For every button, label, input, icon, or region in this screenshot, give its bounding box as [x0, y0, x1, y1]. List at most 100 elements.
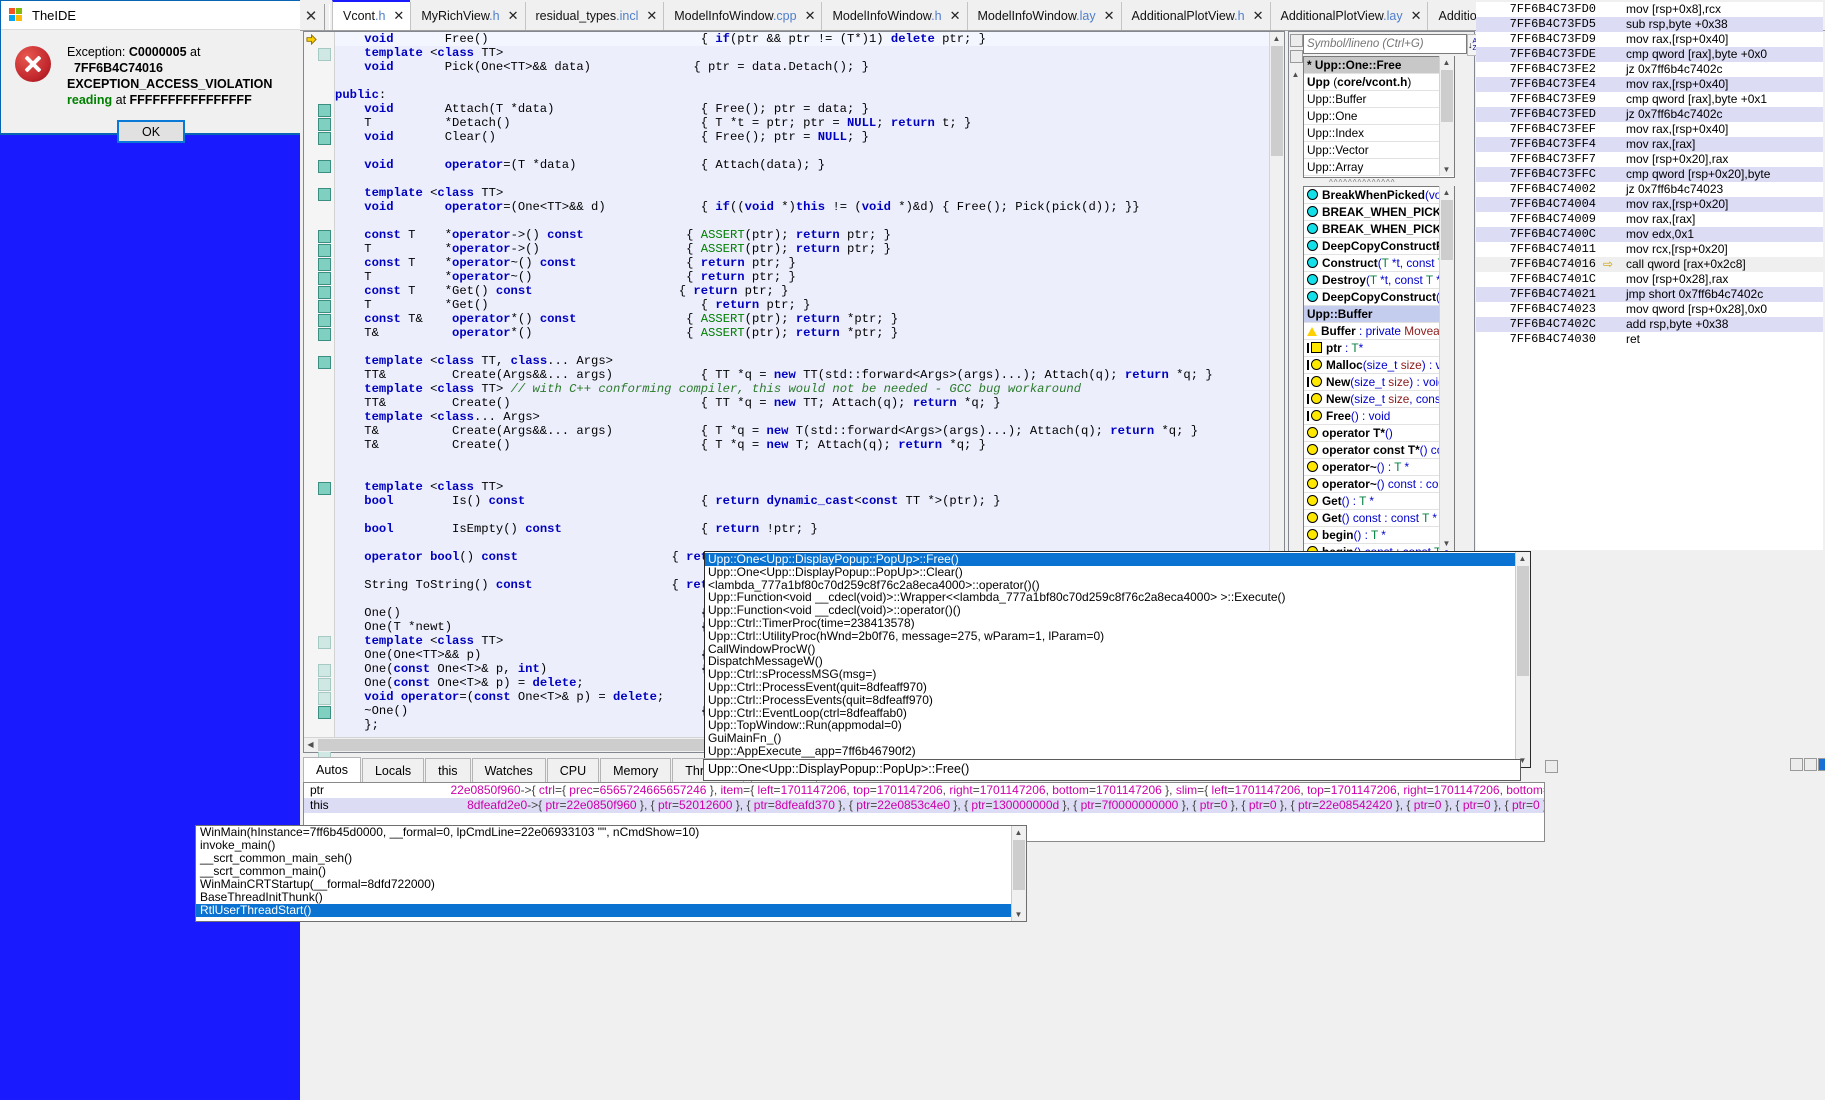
disassembly-row[interactable]: 7FF6B4C74011 mov rcx,[rsp+0x20] — [1476, 242, 1823, 257]
member-item[interactable]: Destroy(T *t, const T *er — [1304, 272, 1454, 289]
disassembly-row[interactable]: 7FF6B4C73FE4 mov rax,[rsp+0x40] — [1476, 77, 1823, 92]
member-item[interactable]: Malloc(size_t size) : void — [1304, 357, 1454, 374]
member-item[interactable]: operator~() : T * — [1304, 459, 1454, 476]
code-fold-marker[interactable] — [318, 636, 331, 649]
close-panel-icon[interactable] — [1818, 758, 1825, 771]
member-item[interactable]: operator~() const : cons — [1304, 476, 1454, 493]
debugger-tab[interactable]: Watches — [471, 758, 546, 783]
namespace-list-scrollbar[interactable]: ▲ ▼ — [1439, 56, 1454, 176]
code-fold-marker[interactable] — [318, 706, 331, 719]
pin-icon[interactable] — [1545, 760, 1558, 773]
member-item[interactable]: Get() : T * — [1304, 493, 1454, 510]
namespace-item[interactable]: Upp::One — [1304, 108, 1454, 125]
close-icon[interactable]: ✕ — [508, 8, 519, 24]
callstack-item[interactable]: CallWindowProcW() — [705, 642, 1530, 656]
disassembly-row[interactable]: 7FF6B4C73FED jz 0x7ff6b4c7402c — [1476, 107, 1823, 122]
code-fold-marker[interactable] — [318, 230, 331, 243]
close-icon[interactable]: ✕ — [300, 2, 322, 30]
disassembly-view[interactable]: 7FF6B4C73FD0 mov [rsp+0x8],rcx 7FF6B4C73FD… — [1476, 2, 1823, 550]
disassembly-row[interactable]: 7FF6B4C73FEF mov rax,[rsp+0x40] — [1476, 122, 1823, 137]
assist-grip[interactable]: ▲ — [1289, 34, 1303, 94]
member-item[interactable]: ptr : T* — [1304, 340, 1454, 357]
scroll-left-icon[interactable]: ◀ — [304, 738, 317, 751]
mem-scroll-thumb[interactable] — [1441, 200, 1453, 260]
disassembly-row[interactable]: 7FF6B4C73FD0 mov [rsp+0x8],rcx — [1476, 2, 1823, 17]
code-fold-marker[interactable] — [318, 104, 331, 117]
code-fold-marker[interactable] — [318, 300, 331, 313]
code-fold-marker[interactable] — [318, 258, 331, 271]
member-item[interactable]: New(size_t size) : void — [1304, 374, 1454, 391]
file-tab[interactable]: AdditionalPlotView.lay ✕ — [1269, 2, 1428, 30]
member-item[interactable]: DeepCopyConstruct(T * — [1304, 289, 1454, 306]
file-tab[interactable]: Vcont.h ✕ — [332, 0, 411, 30]
member-item[interactable]: Get() const : const T * — [1304, 510, 1454, 527]
member-item[interactable]: BreakWhenPicked(void — [1304, 187, 1454, 204]
disassembly-row[interactable]: 7FF6B4C73FE2 jz 0x7ff6b4c7402c — [1476, 62, 1823, 77]
close-icon[interactable]: ✕ — [1411, 8, 1422, 24]
disassembly-row[interactable]: 7FF6B4C73FD9 mov rax,[rsp+0x40] — [1476, 32, 1823, 47]
code-fold-marker[interactable] — [318, 314, 331, 327]
editor-gutter[interactable] — [304, 32, 335, 761]
code-fold-marker[interactable] — [318, 118, 331, 131]
editor-hscroll-thumb[interactable] — [318, 739, 738, 751]
close-icon[interactable]: ✕ — [950, 8, 961, 24]
namespace-item[interactable]: Upp (core/vcont.h) — [1304, 74, 1454, 91]
namespace-item[interactable]: Upp::Index — [1304, 125, 1454, 142]
code-fold-marker[interactable] — [318, 692, 331, 705]
code-fold-marker[interactable] — [318, 132, 331, 145]
code-fold-marker[interactable] — [318, 188, 331, 201]
code-fold-marker[interactable] — [318, 160, 331, 173]
debugger-tab[interactable]: Memory — [600, 758, 672, 783]
member-item[interactable]: operator const T*() cons — [1304, 442, 1454, 459]
close-icon[interactable]: ✕ — [805, 8, 816, 24]
disassembly-row[interactable]: 7FF6B4C7402C add rsp,byte +0x38 — [1476, 317, 1823, 332]
callstack-item[interactable]: Upp::AppExecute__app=7ff6b46790f2) — [705, 745, 1530, 758]
code-fold-marker[interactable] — [318, 48, 331, 61]
member-item[interactable]: BREAK_WHEN_PICKED_ — [1304, 204, 1454, 221]
callstack-item[interactable]: Upp::Ctrl::UtilityProc(hWnd=2b0f76, mess… — [705, 629, 1530, 643]
callstack-item[interactable]: Upp::Ctrl::ProcessEvents(quit=8dfeaff970… — [705, 693, 1530, 707]
debugger-tab[interactable]: CPU — [546, 758, 600, 783]
disassembly-row[interactable]: 7FF6B4C73FD5 sub rsp,byte +0x38 — [1476, 17, 1823, 32]
callstack-item[interactable]: Upp::Ctrl::ProcessEvent(quit=8dfeaff970) — [705, 681, 1530, 694]
member-item[interactable]: operator T*() — [1304, 425, 1454, 442]
code-fold-marker[interactable] — [318, 286, 331, 299]
namespace-item[interactable]: Upp::Array — [1304, 159, 1454, 176]
code-fold-marker[interactable] — [318, 482, 331, 495]
close-icon[interactable]: ✕ — [393, 8, 404, 24]
namespace-item[interactable]: Upp::Buffer — [1304, 91, 1454, 108]
ok-button[interactable]: OK — [117, 120, 185, 143]
namespace-item[interactable]: * Upp::One::Free — [1304, 57, 1454, 74]
callstack-item[interactable]: Upp::Ctrl::TimerProc(time=238413578) — [705, 617, 1530, 630]
disassembly-row[interactable]: 7FF6B4C74021 jmp short 0x7ff6b4c7402c — [1476, 287, 1823, 302]
file-tab[interactable]: ModelInfoWindow.lay ✕ — [966, 2, 1121, 30]
callstack-item[interactable]: Upp::TopWindow::Run(appmodal=0) — [705, 719, 1530, 732]
callstack-item[interactable]: Upp::One<Upp::DisplayPopup::PopUp>::Clea… — [705, 565, 1530, 579]
callstack-popup-scrollbar[interactable]: ▲ ▼ — [1515, 552, 1530, 767]
debugger-tab[interactable]: Autos — [303, 757, 361, 783]
file-tab[interactable]: MyRichView.h ✕ — [410, 2, 525, 30]
member-item[interactable]: Free() : void — [1304, 408, 1454, 425]
thread-stack-item[interactable]: BaseThreadInitThunk() — [196, 891, 1026, 904]
mem-scroll-up-icon[interactable]: ▲ — [1440, 186, 1453, 199]
ns-scroll-down-icon[interactable]: ▼ — [1440, 163, 1453, 176]
file-tab[interactable]: ModelInfoWindow.h ✕ — [821, 2, 967, 30]
disassembly-row[interactable]: 7FF6B4C73FFC cmp qword [rsp+0x20],byte — [1476, 167, 1823, 182]
member-list[interactable]: BreakWhenPicked(voidBREAK_WHEN_PICKED_BR… — [1303, 186, 1455, 552]
thread-stack-item[interactable]: RtlUserThreadStart() — [196, 904, 1026, 917]
member-item[interactable]: DeepCopyConstructFill( — [1304, 238, 1454, 255]
watch-row[interactable]: this 8dfeafd2e0->{ ptr=22e0850f960 }, { p… — [304, 798, 1544, 813]
bs-scroll-down-icon[interactable]: ▼ — [1012, 908, 1025, 921]
disassembly-row[interactable]: 7FF6B4C74004 mov rax,[rsp+0x20] — [1476, 197, 1823, 212]
member-list-scrollbar[interactable]: ▲ ▼ — [1439, 186, 1454, 550]
disassembly-row[interactable]: 7FF6B4C74009 mov rax,[rax] — [1476, 212, 1823, 227]
disassembly-row[interactable]: 7FF6B4C74023 mov qword [rsp+0x28],0x0 — [1476, 302, 1823, 317]
debugger-tab[interactable]: Locals — [361, 758, 425, 783]
editor-vscroll-thumb[interactable] — [1271, 46, 1283, 156]
bs-scroll-up-icon[interactable]: ▲ — [1012, 826, 1025, 839]
disassembly-row[interactable]: 7FF6B4C73FDE cmp qword [rax],byte +0x0 — [1476, 47, 1823, 62]
close-icon[interactable]: ✕ — [646, 8, 657, 24]
code-fold-marker[interactable] — [318, 678, 331, 691]
assist-scroll-up-icon[interactable]: ▲ — [1289, 68, 1302, 81]
member-item[interactable]: Construct(T *t, const T * — [1304, 255, 1454, 272]
